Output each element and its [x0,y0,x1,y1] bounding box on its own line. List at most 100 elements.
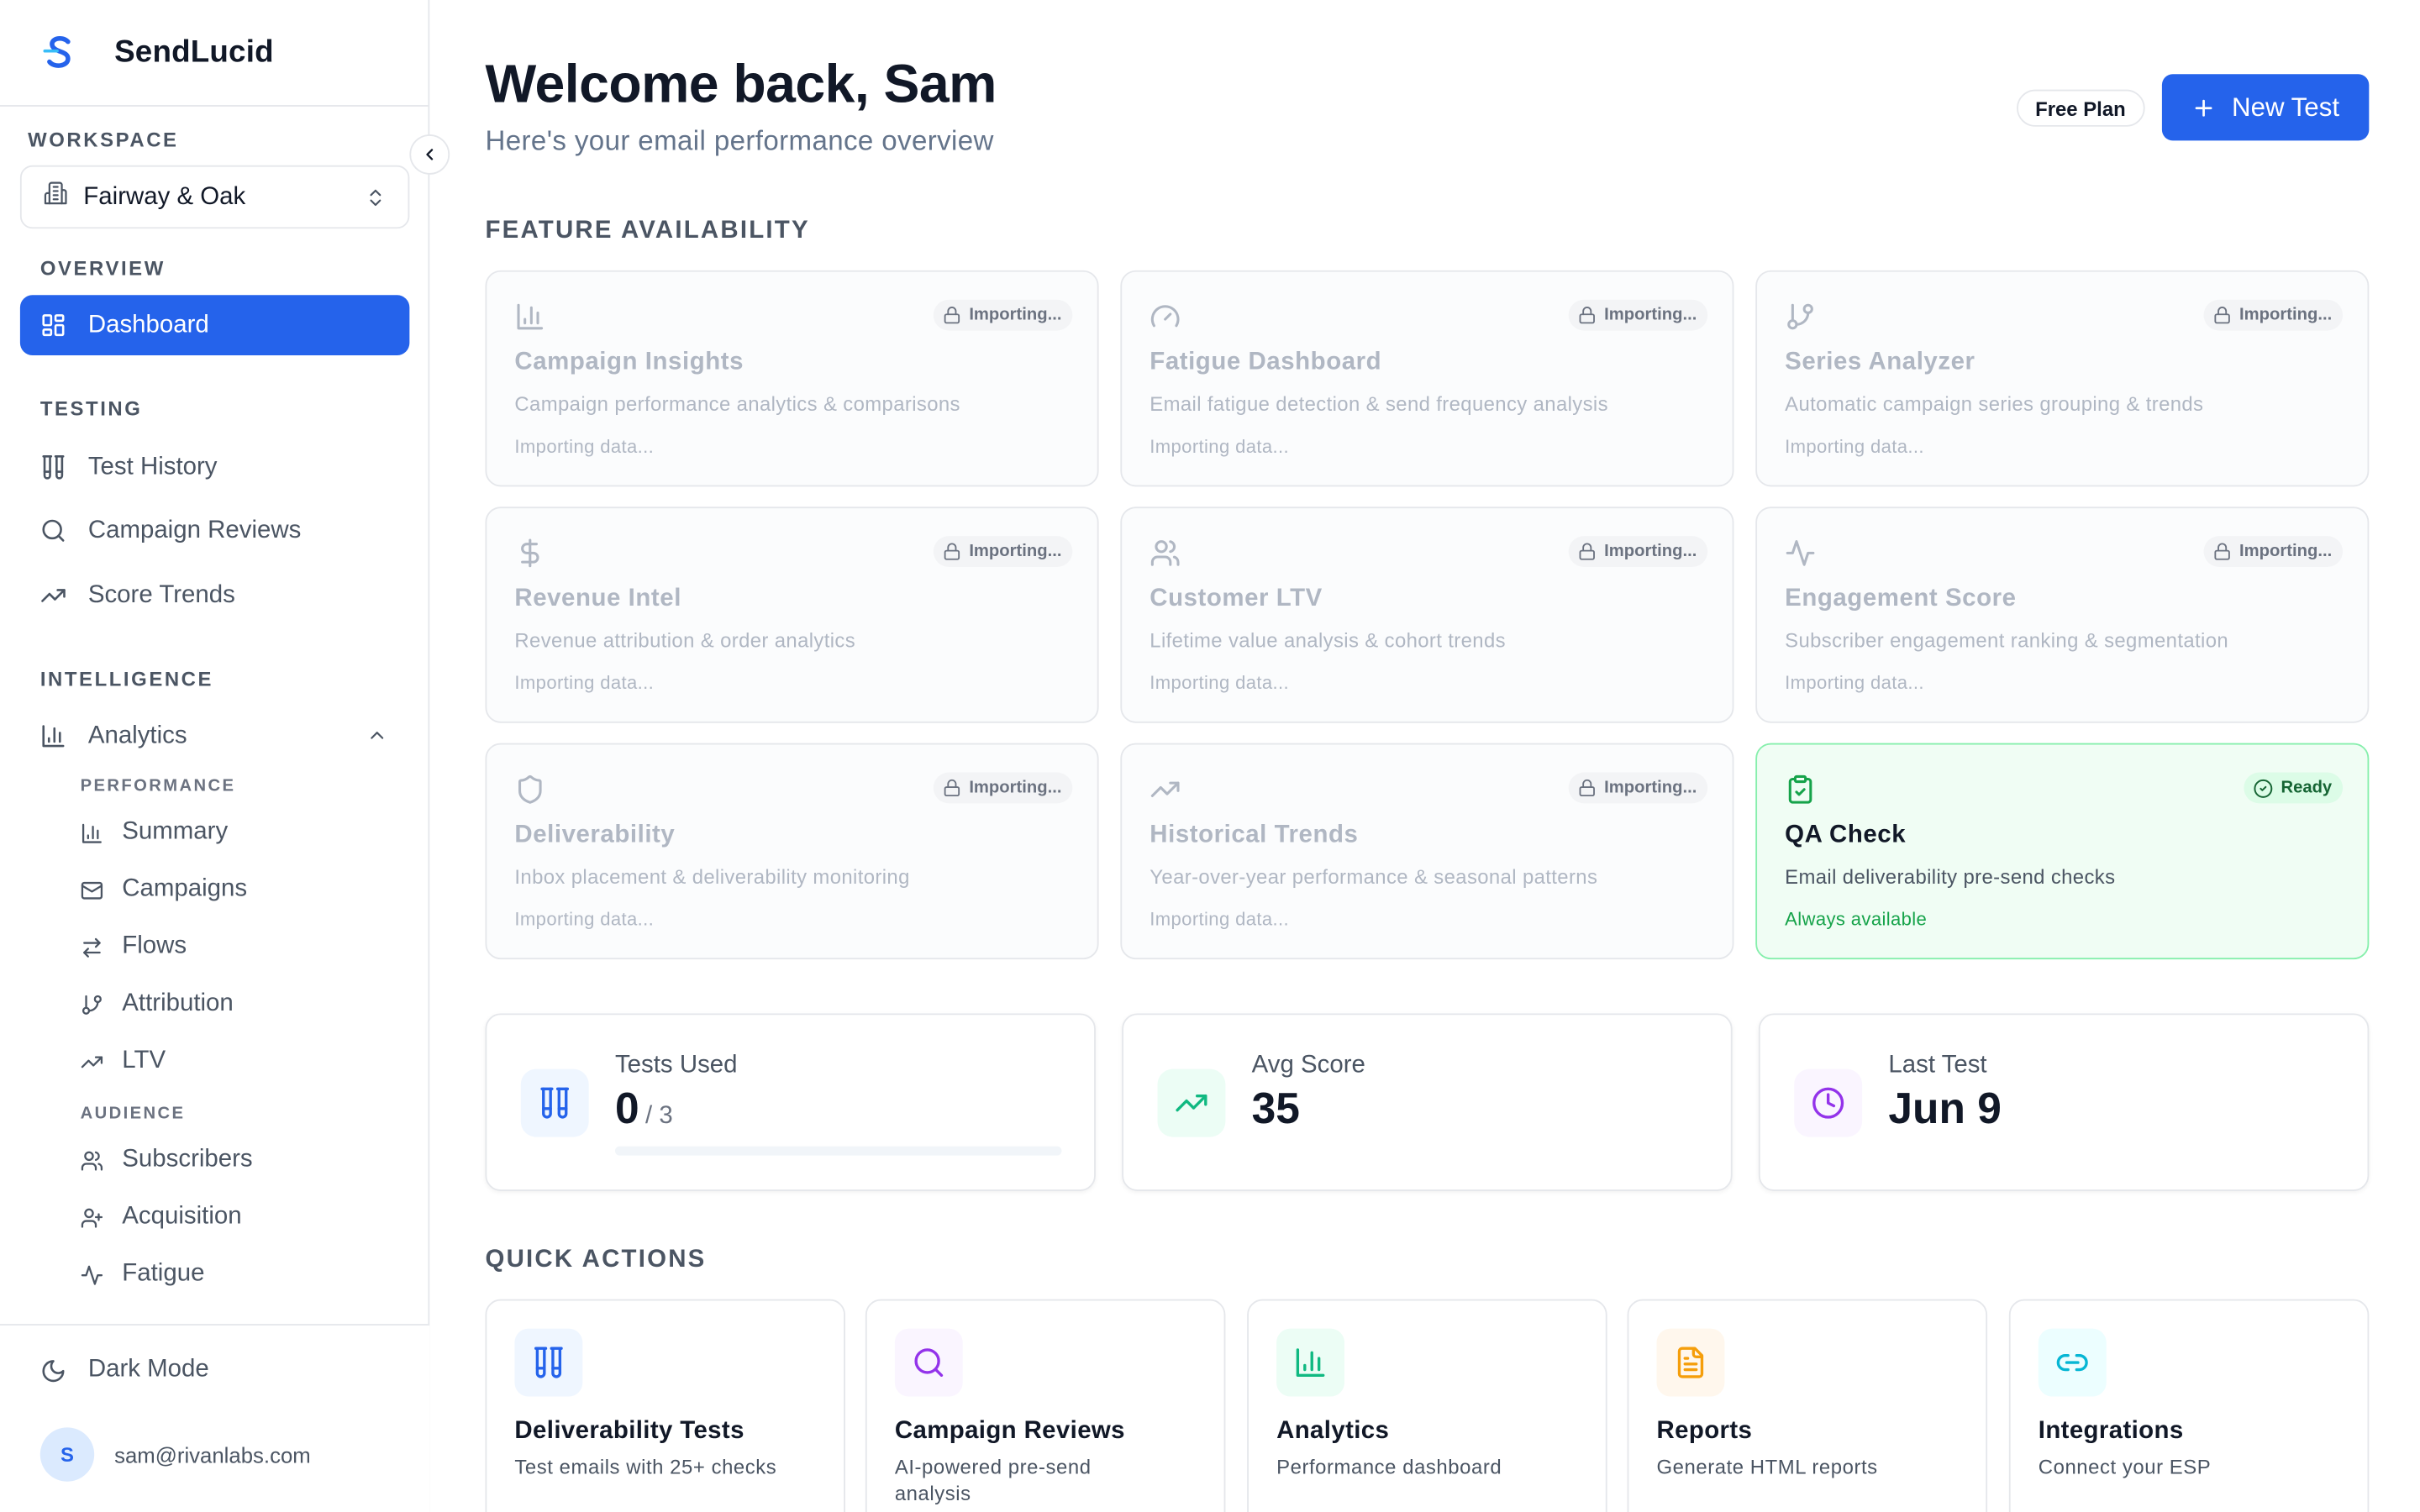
trending-up-icon [1157,1068,1226,1137]
page-subtitle: Here's your email performance overview [485,124,994,156]
dark-mode-label: Dark Mode [87,1356,209,1383]
nav-campaigns-label: Campaigns [122,875,248,903]
stat-value-suffix: / 3 [644,1103,673,1130]
clipboard-check-icon [1785,774,1816,805]
user-menu[interactable]: S sam@rivanlabs.com [39,1427,311,1482]
feature-description: Year-over-year performance & seasonal pa… [1150,864,1598,889]
feature-card-series-analyzer[interactable]: Importing... Series Analyzer Automatic c… [1755,270,2370,487]
feature-status: Importing data... [514,672,655,694]
nav-acquisition[interactable]: Acquisition [81,1194,242,1241]
feature-description: Subscriber engagement ranking & segmenta… [1785,628,2229,653]
badge-text: Importing... [1604,542,1697,561]
nav-acquisition-label: Acquisition [122,1203,242,1230]
feature-status: Always available [1785,908,1928,931]
lock-icon [943,779,961,797]
users-icon [1150,538,1181,569]
nav-campaign-reviews[interactable]: Campaign Reviews [20,501,409,561]
plan-badge[interactable]: Free Plan [2017,89,2144,127]
stat-value: 35 [1251,1084,1300,1133]
feature-status: Importing data... [1785,435,1924,458]
nav-dashboard[interactable]: Dashboard [19,295,410,355]
feature-card-customer-ltv[interactable]: Importing... Customer LTV Lifetime value… [1120,507,1734,723]
feature-title: Customer LTV [1150,585,1323,612]
brand[interactable]: SendLucid [0,0,429,107]
stat-label: Avg Score [1251,1052,1365,1079]
feature-card-historical-trends[interactable]: Importing... Historical Trends Year-over… [1120,743,1734,960]
feature-title: Historical Trends [1150,822,1359,848]
test-tubes-icon [520,1068,589,1137]
nav-fatigue[interactable]: Fatigue [81,1252,204,1298]
feature-card-deliverability[interactable]: Importing... Deliverability Inbox placem… [485,743,1099,960]
nav-flows[interactable]: Flows [81,924,187,970]
dollar-icon [514,538,545,569]
feature-status: Importing data... [1785,672,1924,694]
test-tubes-icon [40,454,66,480]
feature-card-qa-check[interactable]: Ready QA Check Email deliverability pre-… [1755,743,2370,960]
nav-attribution[interactable]: Attribution [81,981,234,1027]
status-badge: Importing... [2203,536,2344,567]
feature-card-fatigue-dashboard[interactable]: Importing... Fatigue Dashboard Email fat… [1120,270,1734,487]
nav-campaigns[interactable]: Campaigns [81,867,248,913]
feature-card-revenue-intel[interactable]: Importing... Revenue Intel Revenue attri… [485,507,1099,723]
nav-ltv-label: LTV [122,1047,166,1074]
gauge-icon [1150,302,1181,333]
audience-label: AUDIENCE [80,1104,186,1124]
status-badge: Importing... [934,299,1073,331]
test-tubes-icon [514,1328,583,1397]
nav-score-trends[interactable]: Score Trends [20,565,409,626]
stat-card-avg-score: Avg Score 35 [1122,1013,1733,1191]
feature-description: Revenue attribution & order analytics [514,628,856,653]
sidebar: SendLucid WORKSPACE Fairway & Oak OVERVI… [0,0,430,1512]
dark-mode-toggle[interactable]: Dark Mode [40,1357,209,1384]
feature-title: Engagement Score [1785,585,2017,612]
stat-value: 0/ 3 [615,1084,673,1134]
badge-text: Importing... [2239,542,2333,561]
trending-up-icon [40,582,66,608]
status-badge: Importing... [1568,299,1708,331]
stat-value: Jun 9 [1888,1084,2002,1133]
nav-summary[interactable]: Summary [81,810,228,856]
quick-action-campaign-reviews[interactable]: Campaign Reviews AI-powered pre-send ana… [865,1299,1226,1512]
feature-card-engagement-score[interactable]: Importing... Engagement Score Subscriber… [1755,507,2370,723]
search-icon [40,517,66,543]
feature-status: Importing data... [514,908,655,931]
feature-title: QA Check [1785,822,1907,848]
feature-title: Series Analyzer [1785,349,1975,375]
users-icon [81,1148,104,1172]
nav-analytics-label: Analytics [87,722,187,749]
collapse-sidebar-button[interactable] [409,134,450,175]
tests-used-progress [614,1146,1062,1156]
nav-analytics[interactable]: Analytics [20,706,409,766]
feature-status: Importing data... [1150,672,1290,694]
file-text-icon [1656,1328,1725,1397]
lock-icon [943,543,961,561]
quick-action-deliverability-tests[interactable]: Deliverability Tests Test emails with 25… [485,1299,845,1512]
nav-subscribers[interactable]: Subscribers [81,1137,253,1184]
page-title: Welcome back, Sam [485,54,997,115]
bar-chart-icon [514,302,545,333]
action-description: Connect your ESP [2038,1455,2212,1479]
lock-icon [2213,543,2232,561]
feature-card-campaign-insights[interactable]: Importing... Campaign Insights Campaign … [485,270,1099,487]
badge-text: Importing... [969,306,1062,325]
workspace-label: WORKSPACE [28,128,179,152]
chevron-up-icon[interactable] [366,725,388,747]
lock-icon [1578,543,1597,561]
intelligence-label: INTELLIGENCE [39,667,214,691]
search-icon [894,1328,963,1397]
nav-ltv[interactable]: LTV [81,1038,166,1084]
nav-test-history[interactable]: Test History [20,437,409,497]
workspace-select[interactable]: Fairway & Oak [19,165,410,229]
lock-icon [943,306,961,324]
quick-action-integrations[interactable]: Integrations Connect your ESP [2008,1299,2370,1512]
app-name: SendLucid [114,34,274,69]
quick-action-reports[interactable]: Reports Generate HTML reports [1627,1299,1988,1512]
layout-grid-icon [40,312,66,338]
status-badge: Importing... [1568,536,1708,567]
new-test-button[interactable]: New Test [2161,74,2370,141]
chevron-left-icon [420,145,439,164]
activity-icon [81,1263,104,1286]
badge-text: Importing... [969,778,1062,797]
action-description: Test emails with 25+ checks [514,1455,777,1479]
quick-action-analytics[interactable]: Analytics Performance dashboard [1247,1299,1607,1512]
